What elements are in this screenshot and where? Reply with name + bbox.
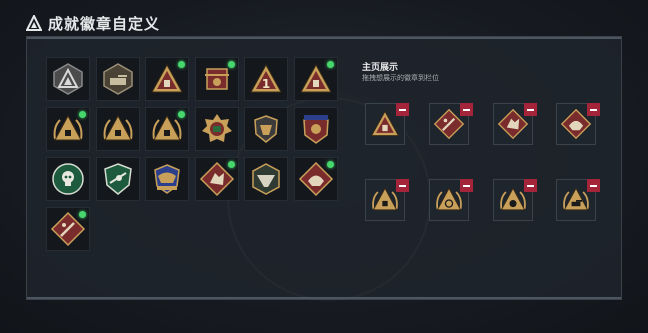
new-indicator-dot (178, 111, 185, 118)
showcase-slot[interactable] (493, 103, 537, 145)
badge-slot[interactable] (46, 207, 90, 251)
new-indicator-dot (79, 211, 86, 218)
showcase-title: 主页展示 (362, 63, 399, 73)
badge-slot[interactable]: 1 (244, 57, 288, 101)
showcase-slot[interactable] (556, 103, 600, 145)
remove-badge-button[interactable] (524, 103, 537, 116)
badge-slot[interactable] (194, 157, 239, 201)
hexagon-eagle-badge-icon (252, 163, 280, 195)
showcase-slot[interactable] (429, 179, 473, 221)
remove-badge-button[interactable] (396, 103, 409, 116)
tank-badge-icon (102, 63, 133, 95)
new-indicator-dot (326, 161, 334, 168)
remove-badge-button[interactable] (587, 179, 600, 192)
minus-icon (527, 184, 534, 187)
badge-slot[interactable] (293, 157, 338, 201)
new-indicator-dot (227, 61, 235, 68)
minus-icon (590, 108, 597, 111)
showcase-slot[interactable] (429, 103, 473, 145)
badge-slot[interactable] (95, 157, 140, 201)
badge-slot[interactable] (194, 57, 239, 101)
badge-slot[interactable] (95, 57, 140, 101)
laurel-triangle-2-badge-icon (103, 114, 132, 141)
new-indicator-dot (178, 61, 185, 68)
page-title: 成就徽章自定义 (48, 14, 161, 33)
remove-badge-button[interactable] (396, 179, 409, 192)
badge-slot[interactable] (145, 57, 189, 101)
remove-badge-button[interactable] (460, 179, 473, 192)
svg-text:1: 1 (262, 77, 270, 91)
remove-badge-button[interactable] (524, 179, 537, 192)
badge-slot[interactable] (95, 107, 140, 151)
badge-slot[interactable] (194, 107, 239, 151)
green-shield-badge-icon (103, 163, 132, 195)
badge-slot[interactable] (244, 107, 288, 151)
remove-badge-button[interactable] (460, 103, 473, 116)
green-skull-badge-icon (52, 163, 84, 195)
minus-icon (590, 184, 597, 187)
new-indicator-dot (79, 111, 86, 118)
new-indicator-dot (326, 61, 334, 68)
eagle-crest-badge-icon (154, 164, 180, 194)
remove-badge-button[interactable] (587, 103, 600, 116)
number-one-badge-icon: 1 (250, 63, 282, 93)
badge-slot[interactable] (46, 107, 90, 151)
page-header: 成就徽章自定义 (26, 12, 160, 34)
showcase-slot[interactable] (365, 103, 409, 145)
badge-slot[interactable] (145, 157, 189, 201)
minus-icon (463, 108, 470, 111)
badge-slot[interactable] (46, 57, 90, 101)
badge-slot[interactable] (244, 157, 288, 201)
shield-badge-icon (254, 115, 278, 143)
triangle-logo-icon (26, 15, 42, 31)
showcase-subtitle: 拖拽想展示的徽章到栏位 (362, 74, 439, 82)
minus-icon (399, 108, 406, 111)
minus-icon (463, 184, 470, 187)
new-indicator-dot (227, 161, 235, 168)
minus-icon (399, 184, 406, 187)
badge-slot[interactable] (293, 107, 338, 151)
stars-shield-badge-icon (302, 115, 329, 144)
showcase-slot[interactable] (493, 179, 537, 221)
badge-slot[interactable] (293, 57, 338, 101)
badge-slot[interactable] (46, 157, 90, 201)
badge-slot[interactable] (145, 107, 189, 151)
medal-badge-icon (201, 114, 232, 142)
showcase-slot[interactable] (556, 179, 600, 221)
minus-icon (527, 108, 534, 111)
triangle-badge-icon (53, 63, 83, 95)
showcase-slot[interactable] (365, 179, 409, 221)
